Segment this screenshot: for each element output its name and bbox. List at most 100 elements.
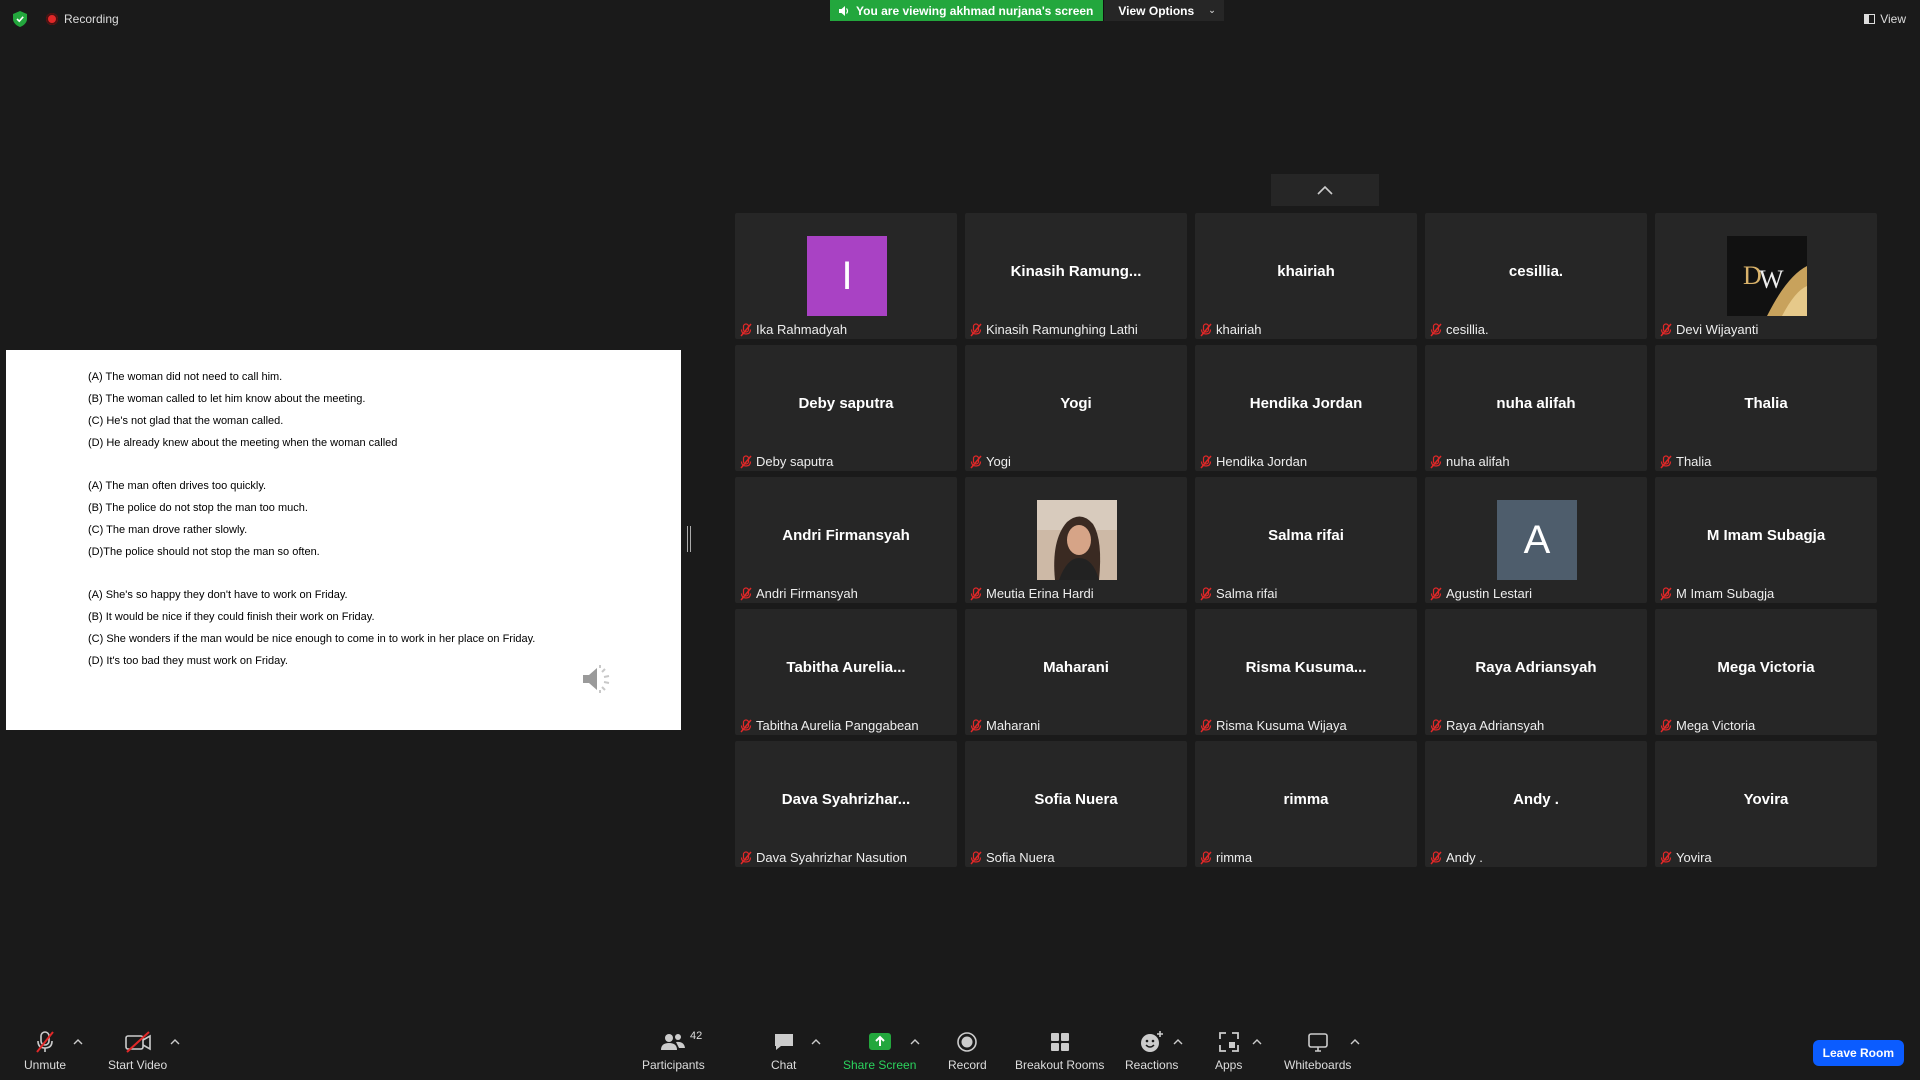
- answer-option: (C) She wonders if the man would be nice…: [88, 633, 536, 645]
- whiteboards-options-caret-icon[interactable]: [1350, 1038, 1360, 1046]
- participant-name: Yogi: [986, 454, 1011, 469]
- video-options-caret-icon[interactable]: [170, 1038, 180, 1046]
- participant-tile[interactable]: Kinasih Ramung... Kinasih Ramunghing Lath…: [965, 213, 1187, 339]
- chat-button[interactable]: Chat: [771, 1030, 796, 1072]
- participant-gallery: I Ika Rahmadyah Kinasih Ramung... Kinasih R…: [735, 213, 1877, 867]
- participant-tile[interactable]: Dava Syahrizhar... Dava Syahrizhar Nasuti…: [735, 741, 957, 867]
- participant-tile[interactable]: Maharani Maharani: [965, 609, 1187, 735]
- whiteboard-icon: [1307, 1033, 1328, 1052]
- participant-name: Andy .: [1446, 850, 1483, 865]
- participant-tile[interactable]: rimma rimma: [1195, 741, 1417, 867]
- participant-name-label: Dava Syahrizhar Nasution: [739, 850, 907, 865]
- participant-name-label: Salma rifai: [1199, 586, 1277, 601]
- muted-mic-icon: [1430, 322, 1442, 336]
- participant-display-name: Deby saputra: [798, 395, 894, 412]
- participant-name-label: Ika Rahmadyah: [739, 322, 847, 337]
- participant-display-name: Yogi: [1060, 395, 1092, 412]
- participant-name: rimma: [1216, 850, 1253, 865]
- answer-option: (D)The police should not stop the man so…: [88, 546, 320, 558]
- screen-share-banner: You are viewing akhmad nurjana's screen …: [830, 0, 1224, 21]
- recording-indicator[interactable]: Recording: [46, 12, 119, 26]
- profile-photo-image: [1037, 500, 1117, 580]
- participant-tile[interactable]: Yogi Yogi: [965, 345, 1187, 471]
- share-options-caret-icon[interactable]: [910, 1038, 920, 1046]
- view-button[interactable]: View: [1864, 12, 1906, 26]
- participant-name: Deby saputra: [756, 454, 834, 469]
- muted-mic-icon: [740, 322, 752, 336]
- participant-tile[interactable]: Thalia Thalia: [1655, 345, 1877, 471]
- chevron-down-icon: ⌄: [1208, 5, 1216, 15]
- shared-screen[interactable]: (A) The woman did not need to call him. …: [6, 350, 681, 730]
- participant-tile[interactable]: khairiah khairiah: [1195, 213, 1417, 339]
- participants-label: Participants: [642, 1058, 705, 1072]
- share-screen-label: Share Screen: [843, 1058, 917, 1072]
- view-options-button[interactable]: View Options ⌄: [1103, 0, 1224, 21]
- breakout-rooms-button[interactable]: Breakout Rooms: [1015, 1030, 1104, 1072]
- gallery-page-up-button[interactable]: [1271, 174, 1379, 206]
- participant-name-label: Sofia Nuera: [969, 850, 1055, 865]
- participant-tile[interactable]: I Ika Rahmadyah: [735, 213, 957, 339]
- muted-mic-icon: [1200, 322, 1212, 336]
- unmute-button[interactable]: Unmute: [24, 1030, 66, 1072]
- participant-tile[interactable]: Risma Kusuma... Risma Kusuma Wijaya: [1195, 609, 1417, 735]
- participant-name: Sofia Nuera: [986, 850, 1055, 865]
- muted-mic-icon: [970, 586, 982, 600]
- participant-tile[interactable]: D W Devi Wijayanti: [1655, 213, 1877, 339]
- participant-tile[interactable]: Deby saputra Deby saputra: [735, 345, 957, 471]
- participant-tile[interactable]: cesillia. cesillia.: [1425, 213, 1647, 339]
- participant-name: Mega Victoria: [1676, 718, 1756, 733]
- reactions-options-caret-icon[interactable]: [1173, 1038, 1183, 1046]
- participant-display-name: M Imam Subagja: [1706, 527, 1826, 544]
- participant-name-label: Meutia Erina Hardi: [969, 586, 1094, 601]
- leave-room-button[interactable]: Leave Room: [1812, 1040, 1904, 1066]
- participant-tile[interactable]: Tabitha Aurelia... Tabitha Aurelia Pangga…: [735, 609, 957, 735]
- participant-tile[interactable]: Andy . Andy .: [1425, 741, 1647, 867]
- shield-icon[interactable]: [12, 10, 28, 28]
- participant-tile[interactable]: Raya Adriansyah Raya Adriansyah: [1425, 609, 1647, 735]
- muted-mic-icon: [1430, 586, 1442, 600]
- participant-tile[interactable]: Sofia Nuera Sofia Nuera: [965, 741, 1187, 867]
- reactions-button[interactable]: Reactions: [1125, 1030, 1178, 1072]
- muted-mic-icon: [740, 850, 752, 864]
- participants-button[interactable]: Participants 42: [642, 1030, 705, 1072]
- muted-mic-icon: [36, 1031, 54, 1053]
- participant-tile[interactable]: Meutia Erina Hardi: [965, 477, 1187, 603]
- muted-mic-icon: [1660, 850, 1672, 864]
- participant-tile[interactable]: Mega Victoria Mega Victoria: [1655, 609, 1877, 735]
- participant-name-label: Risma Kusuma Wijaya: [1199, 718, 1347, 733]
- share-screen-button[interactable]: Share Screen: [843, 1030, 916, 1072]
- participant-display-name: Risma Kusuma...: [1245, 659, 1367, 676]
- apps-button[interactable]: Apps: [1215, 1030, 1242, 1072]
- participant-name: Andri Firmansyah: [756, 586, 858, 601]
- participant-display-name: Sofia Nuera: [1034, 791, 1118, 808]
- participant-tile[interactable]: M Imam Subagja M Imam Subagja: [1655, 477, 1877, 603]
- apps-options-caret-icon[interactable]: [1252, 1038, 1262, 1046]
- answer-option: (B) The woman called to let him know abo…: [88, 393, 366, 405]
- record-button[interactable]: Record: [948, 1030, 987, 1072]
- profile-logo-image: DW: [1743, 261, 1807, 316]
- muted-mic-icon: [970, 322, 982, 336]
- participant-name-label: Tabitha Aurelia Panggabean: [739, 718, 919, 733]
- participant-display-name: Raya Adriansyah: [1475, 659, 1597, 676]
- participant-name: Devi Wijayanti: [1676, 322, 1759, 337]
- chat-options-caret-icon[interactable]: [811, 1038, 821, 1046]
- question-group-1: (A) The woman did not need to call him. …: [88, 366, 397, 454]
- participant-name: nuha alifah: [1446, 454, 1510, 469]
- whiteboards-button[interactable]: Whiteboards: [1284, 1030, 1351, 1072]
- participant-tile[interactable]: Salma rifai Salma rifai: [1195, 477, 1417, 603]
- participant-display-name: Hendika Jordan: [1249, 395, 1363, 412]
- split-resize-handle[interactable]: [687, 526, 691, 552]
- participant-name-label: Hendika Jordan: [1199, 454, 1307, 469]
- participant-tile[interactable]: Andri Firmansyah Andri Firmansyah: [735, 477, 957, 603]
- breakout-rooms-icon: [1050, 1033, 1069, 1051]
- participant-tile[interactable]: Yovira Yovira: [1655, 741, 1877, 867]
- viewing-banner: You are viewing akhmad nurjana's screen: [830, 0, 1104, 21]
- reactions-icon: [1140, 1031, 1163, 1052]
- participant-display-name: Andri Firmansyah: [782, 527, 910, 544]
- meeting-toolbar: Unmute Start Video Participants 42 Chat …: [0, 1020, 1920, 1080]
- participant-tile[interactable]: A Agustin Lestari: [1425, 477, 1647, 603]
- participant-tile[interactable]: Hendika Jordan Hendika Jordan: [1195, 345, 1417, 471]
- start-video-button[interactable]: Start Video: [108, 1030, 167, 1072]
- audio-options-caret-icon[interactable]: [73, 1038, 83, 1046]
- participant-tile[interactable]: nuha alifah nuha alifah: [1425, 345, 1647, 471]
